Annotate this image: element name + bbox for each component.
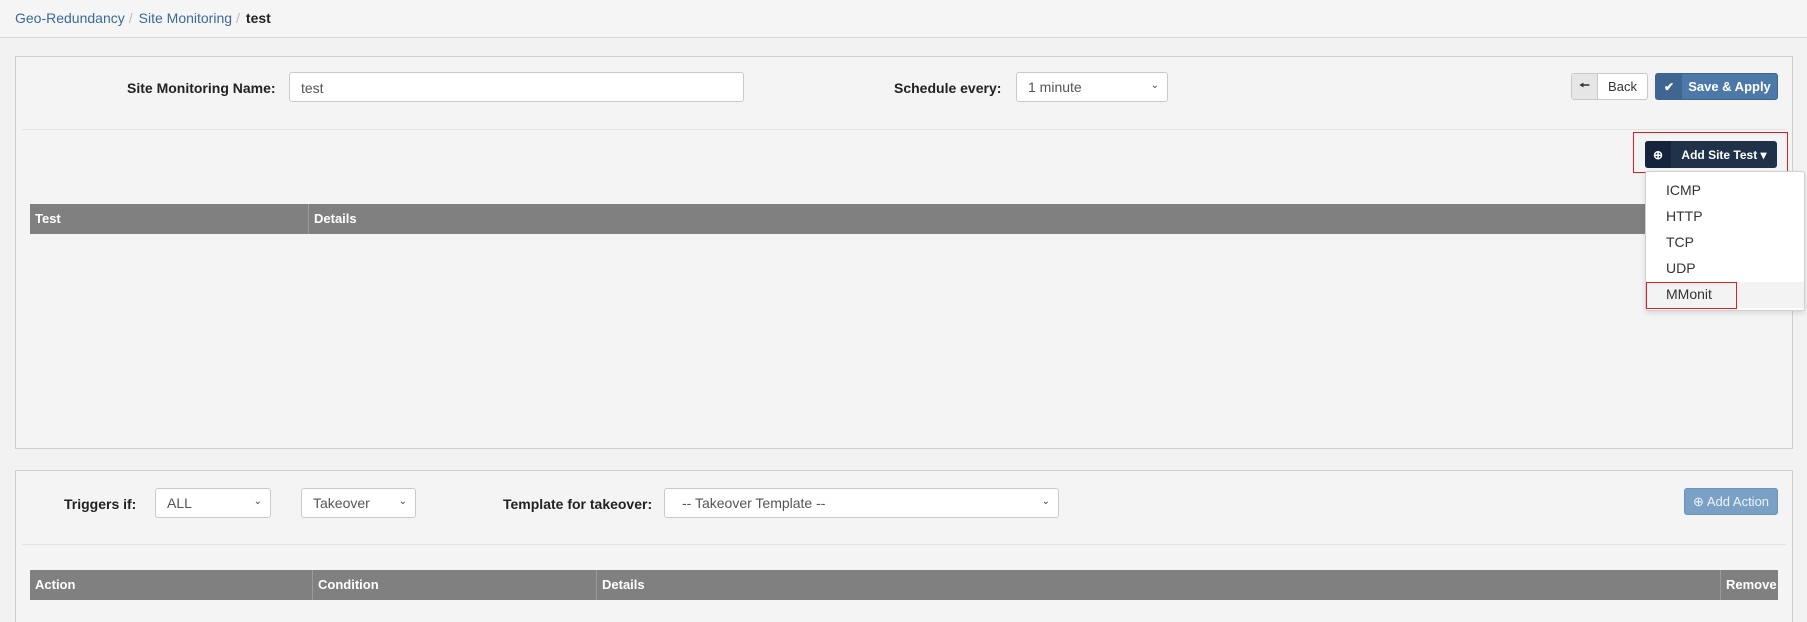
trigger-condition-select[interactable]: ALL ⌄ <box>155 488 271 518</box>
back-button-label: Back <box>1608 79 1637 94</box>
plus-circle-icon: ⊕ <box>1692 493 1704 509</box>
add-site-test-button[interactable]: ⊕ Add Site Test ▾ <box>1645 141 1777 168</box>
column-header-remove: Remove <box>1726 577 1777 592</box>
breadcrumb: Geo-Redundancy / Site Monitoring / test <box>0 0 1807 38</box>
schedule-value: 1 minute <box>1028 79 1082 95</box>
template-for-takeover-label: Template for takeover: <box>503 496 653 512</box>
breadcrumb-site-monitoring[interactable]: Site Monitoring <box>139 10 232 26</box>
trigger-condition-value: ALL <box>167 495 192 511</box>
site-monitoring-name-input[interactable]: test <box>289 72 744 102</box>
check-icon: ✔ <box>1656 74 1682 99</box>
tests-table-header: Test Details <box>30 204 1775 234</box>
breadcrumb-geo-redundancy[interactable]: Geo-Redundancy <box>15 10 125 26</box>
divider <box>22 544 1786 545</box>
actions-table-header: Action Condition Details Remove <box>30 570 1778 600</box>
site-tests-panel <box>15 56 1793 449</box>
column-header-action: Action <box>30 570 313 600</box>
trigger-action-value: Takeover <box>313 495 370 511</box>
breadcrumb-separator: / <box>236 10 240 26</box>
caret-down-icon: ▾ <box>1760 147 1767 162</box>
chevron-down-icon: ⌄ <box>253 496 262 507</box>
divider <box>22 129 1786 130</box>
add-action-label: Add Action <box>1706 494 1770 509</box>
highlight-box <box>1646 282 1737 309</box>
takeover-template-value: -- Takeover Template -- <box>682 495 826 511</box>
breadcrumb-current: test <box>245 10 271 26</box>
menu-item-tcp[interactable]: TCP <box>1646 230 1804 256</box>
column-header-test: Test <box>30 204 309 234</box>
save-apply-label: Save & Apply <box>1688 79 1771 94</box>
chevron-down-icon: ⌄ <box>1150 80 1159 91</box>
schedule-label: Schedule every: <box>894 80 1002 96</box>
column-header-details: Details <box>597 570 1721 600</box>
triggers-if-label: Triggers if: <box>64 496 137 512</box>
chevron-down-icon: ⌄ <box>398 496 407 507</box>
column-header-details: Details <box>314 211 357 226</box>
add-action-button[interactable]: ⊕ Add Action <box>1684 488 1778 515</box>
chevron-down-icon: ⌄ <box>1041 496 1050 507</box>
menu-item-udp[interactable]: UDP <box>1646 256 1804 282</box>
site-monitoring-name-label: Site Monitoring Name: <box>127 80 276 96</box>
arrow-left-icon: 🠔 <box>1572 74 1598 99</box>
breadcrumb-separator: / <box>128 10 133 26</box>
column-header-condition: Condition <box>313 570 597 600</box>
schedule-select[interactable]: 1 minute ⌄ <box>1016 72 1168 102</box>
takeover-template-select[interactable]: -- Takeover Template -- ⌄ <box>664 488 1059 518</box>
menu-item-icmp[interactable]: ICMP <box>1646 178 1804 204</box>
trigger-action-select[interactable]: Takeover ⌄ <box>301 488 416 518</box>
save-apply-button[interactable]: ✔ Save & Apply <box>1655 73 1778 100</box>
add-site-test-label: Add Site Test <box>1681 147 1758 162</box>
back-button[interactable]: 🠔 Back <box>1571 73 1648 100</box>
menu-item-http[interactable]: HTTP <box>1646 204 1804 230</box>
plus-circle-icon: ⊕ <box>1645 141 1671 168</box>
